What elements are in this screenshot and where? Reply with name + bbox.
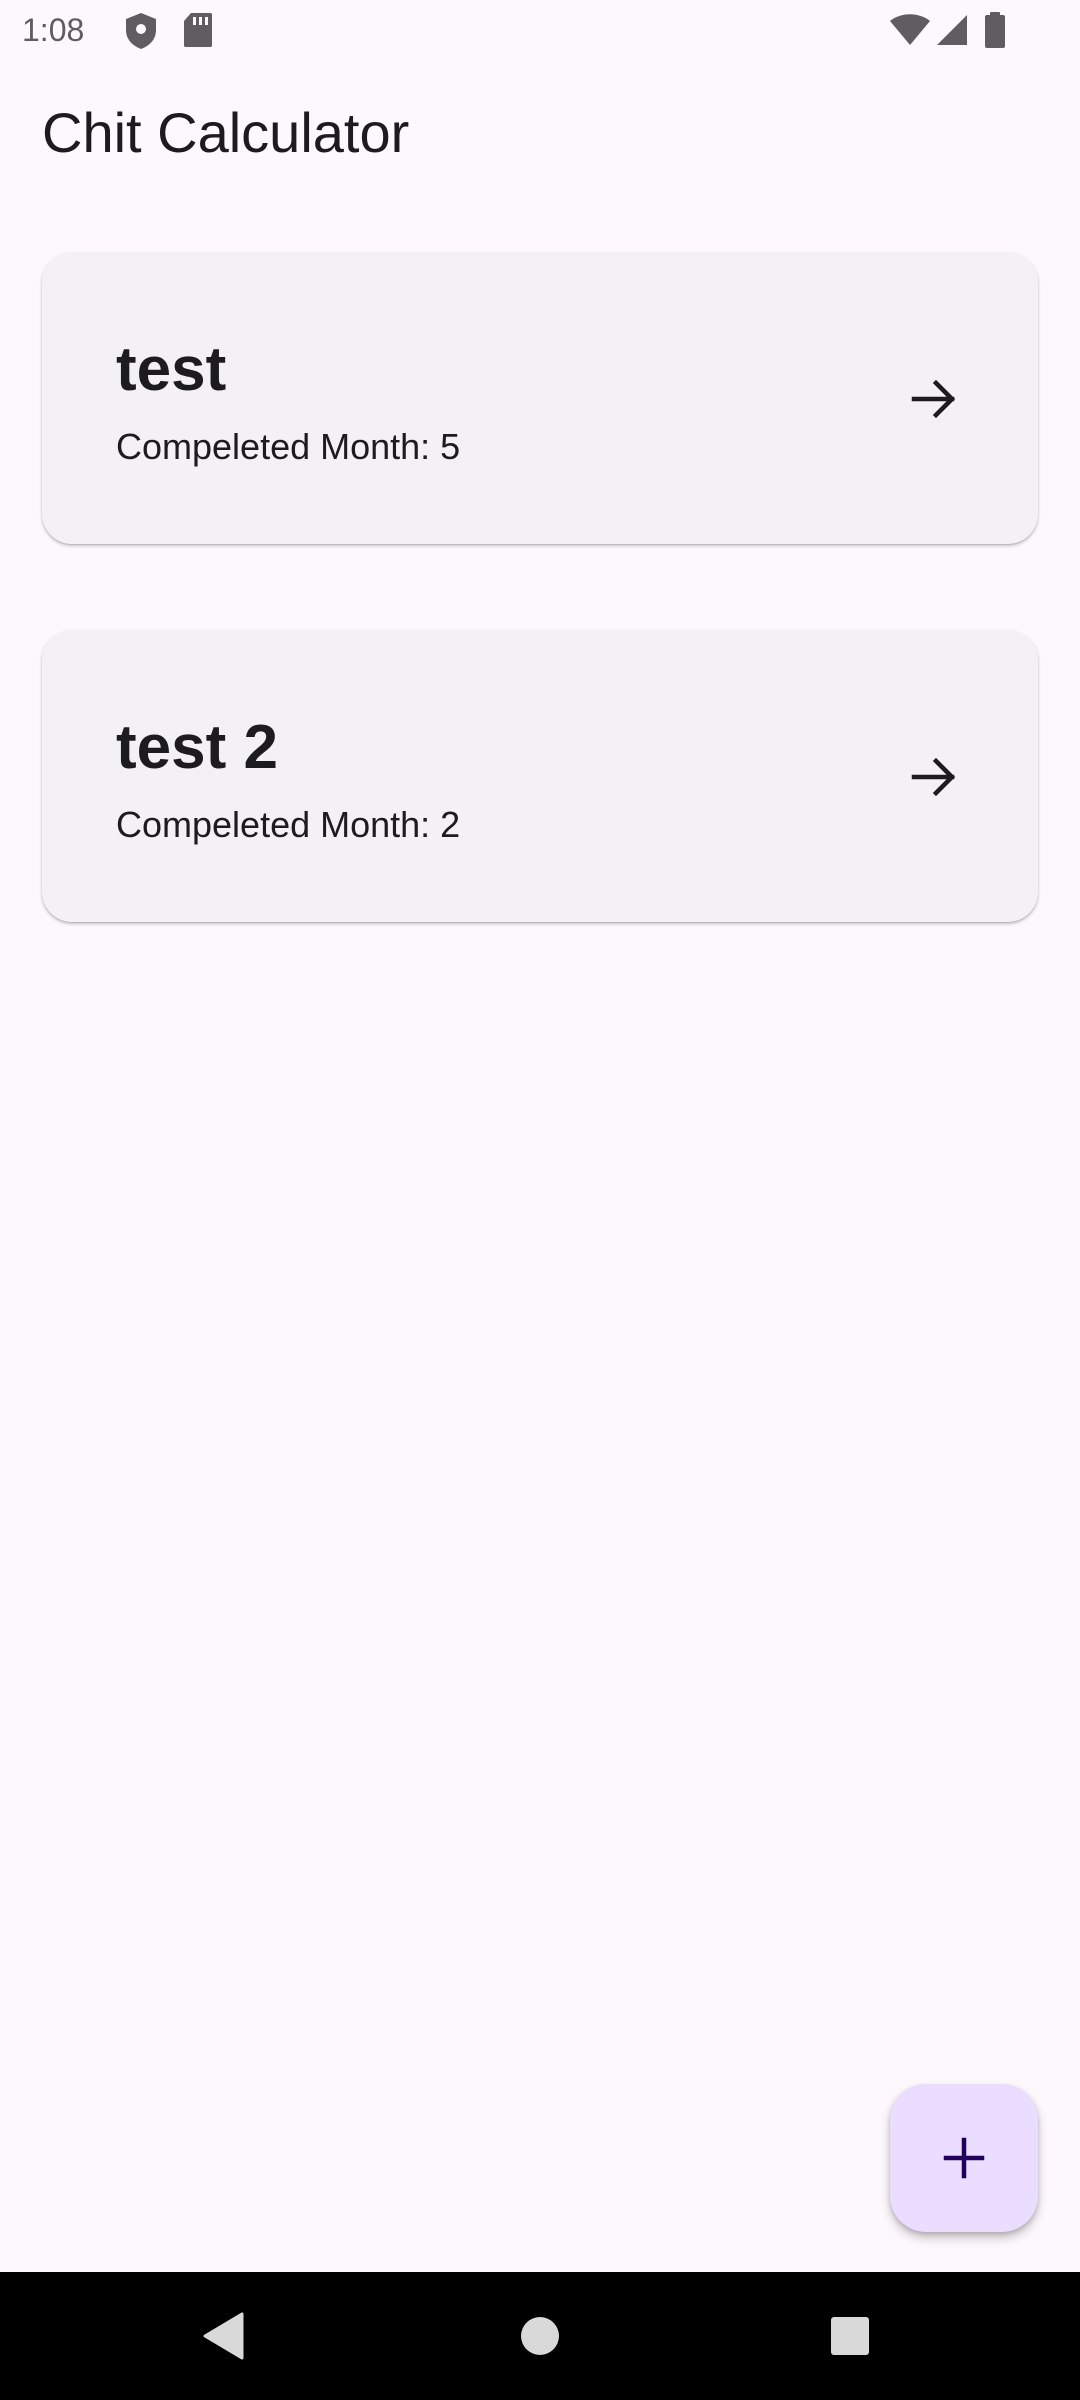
- status-time: 1:08: [22, 12, 85, 48]
- plus-icon: [943, 2137, 985, 2179]
- page-title: Chit Calculator: [42, 101, 410, 164]
- arrow-right-icon[interactable]: [908, 373, 960, 425]
- back-button[interactable]: [164, 2272, 284, 2400]
- chit-name: test 2: [116, 713, 278, 782]
- sd-card-icon: [183, 12, 213, 48]
- back-icon: [203, 2312, 244, 2360]
- screen: 1:08 Chit Calculator test Compeleted Mon…: [0, 0, 1080, 2400]
- wifi-icon: [890, 14, 930, 46]
- arrow-right-icon[interactable]: [908, 751, 960, 803]
- chit-completed-months: Compeleted Month: 2: [116, 804, 461, 845]
- navigation-bar: [0, 2272, 1080, 2400]
- recents-icon: [831, 2317, 869, 2355]
- home-button[interactable]: [480, 2272, 600, 2400]
- chit-name: test: [116, 335, 227, 404]
- battery-icon: [984, 12, 1006, 48]
- chit-completed-months: Compeleted Month: 5: [116, 426, 461, 467]
- recents-button[interactable]: [790, 2272, 910, 2400]
- cell-signal-icon: [936, 14, 968, 46]
- home-icon: [521, 2317, 559, 2355]
- chit-card-test[interactable]: test Compeleted Month: 5: [42, 252, 1038, 544]
- add-chit-button[interactable]: [890, 2084, 1038, 2232]
- chit-card-test-2[interactable]: test 2 Compeleted Month: 2: [42, 630, 1038, 922]
- status-bar: 1:08: [0, 0, 1080, 64]
- shield-icon: [124, 12, 158, 50]
